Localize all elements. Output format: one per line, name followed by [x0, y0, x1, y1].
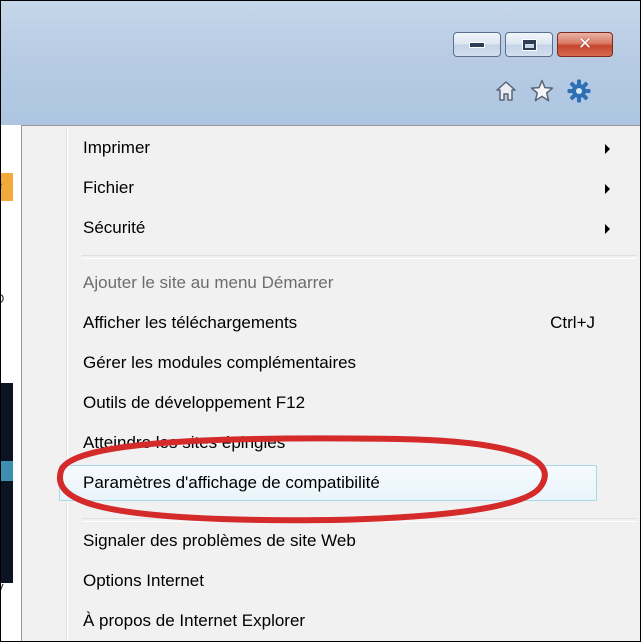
menu-item-gerer-modules[interactable]: Gérer les modules complémentaires: [22, 343, 639, 383]
menu-item-label: Atteindre les sites épinglés: [83, 433, 286, 452]
menu-item-label: Gérer les modules complémentaires: [83, 353, 357, 372]
page-fragment-text: V: [1, 581, 15, 596]
menu-item-afficher-telechargements[interactable]: Afficher les téléchargements Ctrl+J: [22, 303, 639, 343]
menu-item-label: Ajouter le site au menu Démarrer: [83, 273, 334, 292]
menu-item-label: Signaler des problèmes de site Web: [83, 531, 356, 550]
menu-item-fichier[interactable]: Fichier: [22, 168, 639, 208]
submenu-arrow-icon: [605, 144, 610, 154]
menu-item-shortcut: Ctrl+J: [550, 313, 595, 332]
background-page-strip: é D V: [1, 125, 21, 641]
menu-item-ajouter-site-demarrer: Ajouter le site au menu Démarrer: [22, 263, 639, 303]
menu-item-a-propos[interactable]: À propos de Internet Explorer: [22, 601, 639, 641]
maximize-button[interactable]: [505, 32, 553, 57]
menu-item-outils-developpement[interactable]: Outils de développement F12: [22, 383, 639, 423]
menu-item-label: Sécurité: [83, 218, 146, 237]
favorites-star-icon[interactable]: [530, 79, 554, 103]
menu-item-options-internet[interactable]: Options Internet: [22, 561, 639, 601]
caption-buttons: ✕: [453, 32, 613, 57]
menu-item-imprimer[interactable]: Imprimer: [22, 128, 639, 168]
menu-item-label: Fichier: [83, 178, 135, 197]
menu-item-label: Paramètres d'affichage de compatibilité: [83, 473, 380, 492]
menu-item-signaler-problemes[interactable]: Signaler des problèmes de site Web: [22, 521, 639, 561]
menu-item-label: Outils de développement F12: [83, 393, 306, 412]
menu-item-label: Afficher les téléchargements: [83, 313, 298, 332]
menu-item-label: Imprimer: [83, 138, 151, 157]
menu-item-label: À propos de Internet Explorer: [83, 611, 306, 630]
close-icon: ✕: [577, 34, 593, 54]
page-fragment-text: D: [1, 291, 15, 306]
browser-window: ✕ Imprimer Fichier Sécurité Ajouter le s…: [0, 0, 641, 642]
page-dark-block: [1, 383, 13, 583]
submenu-arrow-icon: [605, 224, 610, 234]
tools-gear-icon[interactable]: [567, 79, 591, 103]
close-button[interactable]: ✕: [557, 32, 613, 57]
menu-item-affichage-compatibilite[interactable]: Paramètres d'affichage de compatibilité: [22, 463, 639, 503]
window-title-bar: ✕: [1, 1, 640, 125]
page-blue-mark: [1, 461, 13, 481]
page-fragment-text: é: [1, 177, 15, 192]
tools-context-menu: Imprimer Fichier Sécurité Ajouter le sit…: [21, 125, 640, 641]
menu-separator: [82, 255, 637, 259]
maximize-icon: [521, 38, 537, 51]
menu-item-label: Options Internet: [83, 571, 204, 590]
minimize-icon: [469, 41, 485, 48]
menu-item-securite[interactable]: Sécurité: [22, 208, 639, 248]
home-icon[interactable]: [495, 80, 517, 102]
menu-item-sites-epingles[interactable]: Atteindre les sites épinglés: [22, 423, 639, 463]
command-icons: [495, 79, 591, 103]
submenu-arrow-icon: [605, 184, 610, 194]
minimize-button[interactable]: [453, 32, 501, 57]
